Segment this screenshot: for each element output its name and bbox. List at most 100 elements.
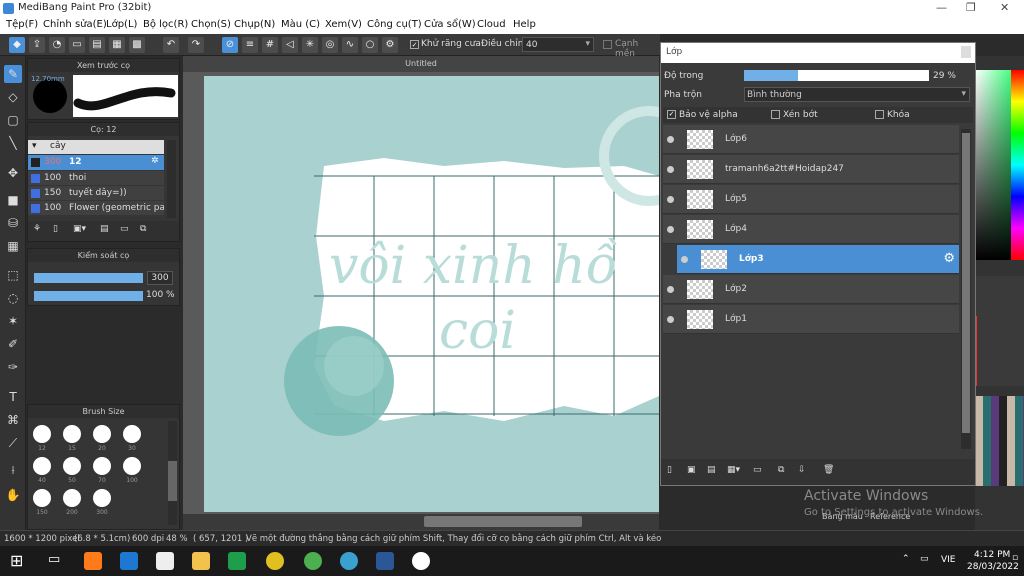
brush-size-dot[interactable]: [33, 457, 51, 475]
scroll-thumb[interactable]: [962, 133, 970, 433]
brush-size-dot[interactable]: [123, 425, 141, 443]
eye-icon[interactable]: [667, 136, 674, 143]
hand-tool-icon[interactable]: ✋: [4, 486, 22, 504]
brush-size-dot[interactable]: [33, 425, 51, 443]
menu-filter[interactable]: Bộ lọc(R): [143, 19, 188, 30]
select-pen-tool-icon[interactable]: ✐: [4, 335, 22, 353]
layer-row[interactable]: Lớp2: [663, 275, 959, 304]
network-icon[interactable]: ▭: [920, 554, 929, 564]
layer-view-icon[interactable]: ◆: [9, 37, 25, 53]
folder-icon[interactable]: ▭: [753, 465, 762, 475]
menu-tools[interactable]: Công cụ(T): [367, 19, 422, 30]
gear-icon[interactable]: ⚙: [943, 251, 955, 266]
antialias-checkbox[interactable]: ✓: [410, 40, 419, 49]
select-eraser-tool-icon[interactable]: ✑: [4, 358, 22, 376]
layer-row[interactable]: Lớp4: [663, 215, 959, 244]
gear-icon[interactable]: ✲: [151, 156, 159, 166]
brush-list-scrollbar[interactable]: [167, 140, 176, 218]
maximize-button[interactable]: ❐: [966, 1, 976, 14]
document-icon[interactable]: ▤: [89, 37, 105, 53]
layer-window-titlebar[interactable]: Lớp: [661, 43, 975, 63]
menu-window[interactable]: Cửa sổ(W): [424, 19, 476, 30]
edge-checkbox[interactable]: [603, 40, 612, 49]
notifications-icon[interactable]: ▫: [1012, 553, 1018, 563]
file-explorer-icon[interactable]: [192, 552, 210, 570]
protect-alpha-checkbox[interactable]: ✓: [667, 110, 676, 119]
eraser-tool-icon[interactable]: ◇: [4, 88, 22, 106]
adjust-dropdown[interactable]: 40 ▾: [522, 37, 594, 52]
eye-icon[interactable]: [681, 256, 688, 263]
duplicate-icon[interactable]: ⧉: [140, 224, 146, 234]
undo-icon[interactable]: ↶: [163, 37, 179, 53]
circle-snap-icon[interactable]: ◎: [322, 37, 338, 53]
layer-row[interactable]: Lớp1: [663, 305, 959, 334]
clock-date[interactable]: 28/03/2022: [967, 562, 1019, 572]
menu-layer[interactable]: Lớp(L): [106, 19, 137, 30]
merge-down-icon[interactable]: ⇩: [798, 465, 806, 475]
radial-snap-icon[interactable]: ✳: [302, 37, 318, 53]
add-layer-dropdown-icon[interactable]: ▦▾: [727, 465, 740, 475]
medibang-icon[interactable]: [412, 552, 430, 570]
scroll-thumb[interactable]: [424, 516, 582, 527]
brush-size-value[interactable]: 300: [147, 271, 173, 285]
magic-wand-tool-icon[interactable]: ✶: [4, 312, 22, 330]
dot-tool-icon[interactable]: ▢: [4, 111, 22, 129]
brush-size-dot[interactable]: [33, 489, 51, 507]
eye-icon[interactable]: [667, 226, 674, 233]
layer-opacity-slider[interactable]: [744, 70, 929, 81]
layer-row[interactable]: Lớp5: [663, 185, 959, 214]
canvas-tab[interactable]: Untitled: [183, 56, 659, 72]
brush-size-dot[interactable]: [63, 457, 81, 475]
menu-help[interactable]: Help: [513, 19, 536, 30]
brush-size-dot[interactable]: [63, 425, 81, 443]
export-icon[interactable]: ⇪: [29, 37, 45, 53]
lasso-tool-icon[interactable]: ◌: [4, 289, 22, 307]
add-brush-icon[interactable]: ⚘: [33, 224, 41, 234]
settings-snap-icon[interactable]: ⚙: [382, 37, 398, 53]
parallel-snap-icon[interactable]: ≡: [242, 37, 258, 53]
eye-icon[interactable]: [667, 286, 674, 293]
panel-icon[interactable]: ▦: [109, 37, 125, 53]
new-8bit-layer-icon[interactable]: ▤: [707, 465, 716, 475]
chrome-profile-icon[interactable]: [304, 552, 322, 570]
duplicate-layer-icon[interactable]: ⧉: [778, 465, 784, 475]
minimize-button[interactable]: —: [936, 1, 947, 14]
chrome-icon[interactable]: [266, 552, 284, 570]
comment-icon[interactable]: ▭: [69, 37, 85, 53]
new-brush-icon[interactable]: ▯: [53, 224, 58, 234]
layer-row[interactable]: tramanh6a2tt#Hoidap247: [663, 155, 959, 184]
eye-icon[interactable]: [667, 196, 674, 203]
brush-item[interactable]: 300 12 ✲: [28, 155, 164, 170]
layer-scrollbar[interactable]: [961, 129, 971, 449]
clock-time[interactable]: 4:12 PM: [974, 550, 1010, 560]
horizontal-scrollbar[interactable]: [183, 514, 659, 530]
crisscross-snap-icon[interactable]: #: [262, 37, 278, 53]
brush-item[interactable]: 100 thoi: [28, 171, 164, 185]
layer-row[interactable]: Lớp6: [663, 125, 959, 154]
ellipse-snap-icon[interactable]: ○: [362, 37, 378, 53]
brush-group[interactable]: ▾ cây: [28, 140, 164, 154]
eye-icon[interactable]: [667, 166, 674, 173]
bucket-tool-icon[interactable]: ⛁: [4, 214, 22, 232]
move-tool-icon[interactable]: ✥: [4, 164, 22, 182]
menu-file[interactable]: Tệp(F): [6, 19, 38, 30]
trash-icon[interactable]: 🗑: [823, 465, 834, 475]
brush-size-slider[interactable]: [34, 273, 143, 283]
firefox-icon[interactable]: [84, 552, 102, 570]
layer-row[interactable]: Lớp3 ⚙: [677, 245, 959, 274]
language-indicator[interactable]: VIE: [941, 555, 956, 565]
hue-slider[interactable]: [1011, 70, 1024, 260]
line-tool-icon[interactable]: ╲: [4, 134, 22, 152]
start-icon[interactable]: ⊞: [10, 551, 23, 570]
menu-color[interactable]: Màu (C): [281, 19, 320, 30]
gradient-tool-icon[interactable]: ▦: [4, 237, 22, 255]
menu-edit[interactable]: Chỉnh sửa(E): [43, 19, 107, 30]
brush-item[interactable]: 150 tuyết dây=)): [28, 186, 164, 200]
tray-arrow-icon[interactable]: ⌃: [902, 554, 910, 564]
pen-dropper-tool-icon[interactable]: ⟊: [4, 461, 22, 479]
menu-view[interactable]: Xem(V): [325, 19, 362, 30]
close-button[interactable]: ✕: [1000, 1, 1009, 14]
brush-size-dot[interactable]: [93, 489, 111, 507]
clipping-checkbox[interactable]: [771, 110, 780, 119]
task-view-icon[interactable]: ▭: [48, 552, 60, 567]
